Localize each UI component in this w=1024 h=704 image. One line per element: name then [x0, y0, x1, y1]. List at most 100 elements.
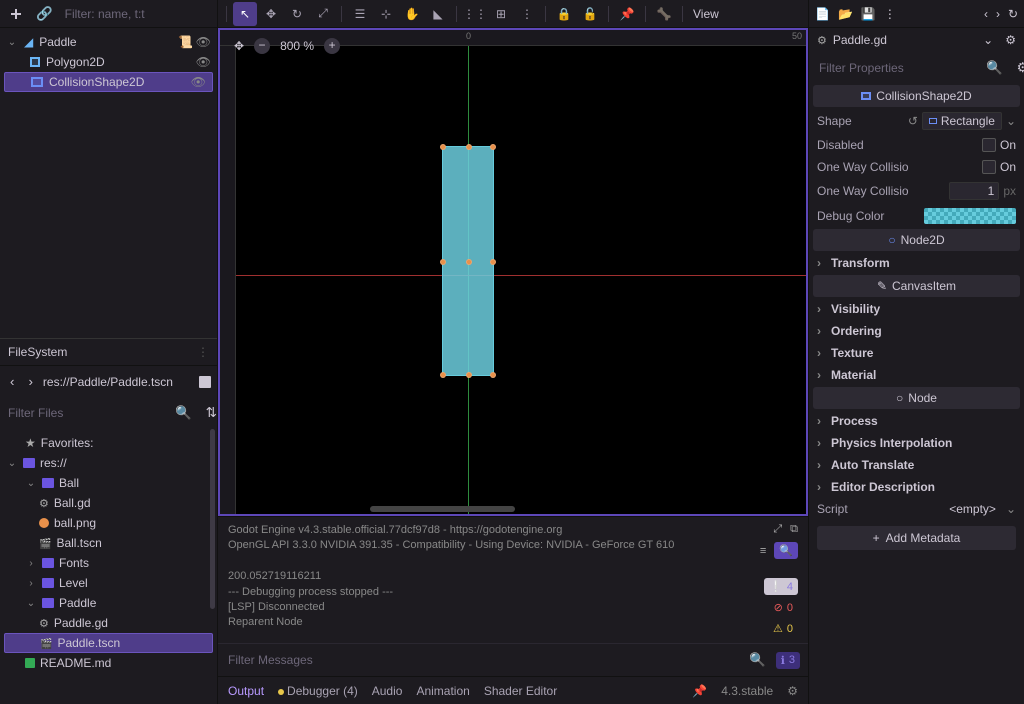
file-paddle-gd[interactable]: Paddle.gd [0, 613, 217, 633]
chevron-down-icon[interactable]: ⌄ [983, 33, 993, 47]
scrollbar[interactable] [210, 429, 215, 704]
filesystem-tree[interactable]: Favorites: ⌄res:// ⌄Ball Ball.gd ball.pn… [0, 429, 217, 704]
fold-process[interactable]: ›Process [809, 410, 1024, 432]
file-ball-tscn[interactable]: Ball.tscn [0, 533, 217, 553]
shape-dropdown[interactable]: Rectangle [922, 112, 1002, 130]
select-tool-icon[interactable]: ↖ [233, 2, 257, 26]
load-resource-icon[interactable]: 📂 [838, 7, 853, 21]
toggle-view-icon[interactable] [199, 376, 211, 388]
resize-handle[interactable] [490, 259, 496, 265]
search-icon[interactable]: 🔍 [745, 648, 770, 672]
visibility-icon[interactable]: 👁 [191, 75, 206, 89]
disabled-checkbox[interactable] [982, 138, 996, 152]
scene-filter-input[interactable] [63, 5, 222, 23]
resize-handle[interactable] [490, 144, 496, 150]
history-icon[interactable]: ↻ [1008, 7, 1018, 21]
ruler-tool-icon[interactable]: ◣ [426, 2, 450, 26]
resource-menu-icon[interactable]: ⋮ [884, 7, 896, 21]
file-ball-png[interactable]: ball.png [0, 513, 217, 533]
tab-animation[interactable]: Animation [416, 684, 469, 698]
class-header[interactable]: CollisionShape2D [813, 85, 1020, 107]
folder-ball[interactable]: ⌄Ball [0, 473, 217, 493]
resize-handle[interactable] [440, 372, 446, 378]
folder-paddle[interactable]: ⌄Paddle [0, 593, 217, 613]
path-display[interactable]: res://Paddle/Paddle.tscn [43, 375, 193, 389]
history-forward-icon[interactable]: › [996, 7, 1000, 21]
add-metadata-button[interactable]: + Add Metadata [817, 526, 1016, 550]
history-back-icon[interactable]: ‹ [984, 7, 988, 21]
add-node-button[interactable] [6, 4, 26, 24]
node-header[interactable]: ○Node [813, 387, 1020, 409]
horizontal-scrollbar[interactable] [370, 506, 515, 512]
bones-icon[interactable]: 🦴 [652, 2, 676, 26]
rotate-tool-icon[interactable]: ↻ [285, 2, 309, 26]
resize-handle[interactable] [466, 144, 472, 150]
file-ball-gd[interactable]: Ball.gd [0, 493, 217, 513]
fold-autotranslate[interactable]: ›Auto Translate [809, 454, 1024, 476]
tab-audio[interactable]: Audio [372, 684, 403, 698]
grid-snap-icon[interactable]: ⊞ [489, 2, 513, 26]
alert-count[interactable]: ❕4 [764, 578, 798, 595]
resize-handle[interactable] [440, 259, 446, 265]
collision-shape[interactable] [442, 146, 494, 376]
fold-transform[interactable]: ›Transform [809, 252, 1024, 274]
link-icon[interactable]: 🔗 [32, 2, 57, 26]
visibility-icon[interactable]: 👁 [196, 55, 211, 69]
resize-handle[interactable] [490, 372, 496, 378]
save-resource-icon[interactable]: 💾 [861, 7, 876, 21]
resize-handle[interactable] [466, 259, 472, 265]
fold-visibility[interactable]: ›Visibility [809, 298, 1024, 320]
fold-physics[interactable]: ›Physics Interpolation [809, 432, 1024, 454]
path-forward-button[interactable]: › [24, 370, 36, 393]
lock-icon[interactable]: 🔒 [552, 2, 576, 26]
pan-tool-icon[interactable]: ✋ [400, 2, 424, 26]
resize-handle[interactable] [466, 372, 472, 378]
settings-icon[interactable]: ⚙ [787, 684, 798, 698]
script-icon[interactable]: 📜 [178, 35, 193, 49]
resize-handle[interactable] [440, 144, 446, 150]
chevron-down-icon[interactable]: ⌄ [1006, 502, 1016, 516]
snap-options-icon[interactable]: ⋮⋮ [463, 2, 487, 26]
file-paddle-tscn[interactable]: Paddle.tscn [4, 633, 213, 653]
scale-tool-icon[interactable]: ⤢ [311, 2, 335, 26]
tab-debugger[interactable]: Debugger (4) [278, 684, 358, 698]
margin-input[interactable]: 1 [949, 182, 999, 200]
oneway-checkbox[interactable] [982, 160, 996, 174]
group-icon[interactable]: 📌 [615, 2, 639, 26]
pivot-tool-icon[interactable]: ⊹ [374, 2, 398, 26]
fold-editordesc[interactable]: ›Editor Description [809, 476, 1024, 498]
scene-tree[interactable]: ⌄ ◢ Paddle 📜 👁 Polygon2D 👁 CollisionShap… [0, 28, 217, 338]
center-view-icon[interactable]: ✥ [234, 39, 244, 53]
script-name[interactable]: Paddle.gd [833, 33, 977, 47]
viewport[interactable]: 0 50 ✥ − 800 % + [218, 28, 808, 516]
tree-node-polygon[interactable]: Polygon2D 👁 [0, 52, 217, 72]
clear-icon[interactable]: ≡ [760, 545, 766, 557]
script-value[interactable]: <empty> [949, 502, 996, 516]
filter-files-input[interactable] [6, 404, 165, 422]
file-readme[interactable]: README.md [0, 653, 217, 673]
chevron-down-icon[interactable]: ⌄ [1006, 114, 1016, 128]
settings-icon[interactable]: ⚙ [1013, 56, 1024, 80]
warning-count[interactable]: ⚠0 [768, 620, 798, 637]
fold-texture[interactable]: ›Texture [809, 342, 1024, 364]
move-tool-icon[interactable]: ✥ [259, 2, 283, 26]
manage-icon[interactable]: ⚙ [1005, 33, 1016, 47]
expand-icon[interactable]: ⤢ [773, 523, 782, 536]
filter-properties-input[interactable] [817, 59, 976, 77]
search-icon[interactable]: 🔍 [171, 401, 196, 425]
inspector[interactable]: CollisionShape2D Shape ↺ Rectangle ⌄ Dis… [809, 84, 1024, 704]
color-swatch[interactable] [924, 208, 1016, 224]
dock-menu-icon[interactable]: ⋮ [197, 345, 209, 359]
copy-icon[interactable]: ⧉ [790, 523, 798, 536]
search-icon[interactable]: 🔍 [982, 56, 1007, 80]
path-back-button[interactable]: ‹ [6, 370, 18, 393]
notification-icon[interactable]: 📌 [692, 684, 707, 698]
tree-node-root[interactable]: ⌄ ◢ Paddle 📜 👁 [0, 32, 217, 52]
info-count[interactable]: ℹ3 [776, 652, 800, 669]
console-search-icon[interactable]: 🔍 [774, 542, 798, 559]
zoom-in-button[interactable]: + [324, 38, 340, 54]
view-menu[interactable]: View [689, 3, 723, 25]
unlock-icon[interactable]: 🔓 [578, 2, 602, 26]
folder-root[interactable]: ⌄res:// [0, 453, 217, 473]
filter-messages-input[interactable] [226, 651, 739, 669]
